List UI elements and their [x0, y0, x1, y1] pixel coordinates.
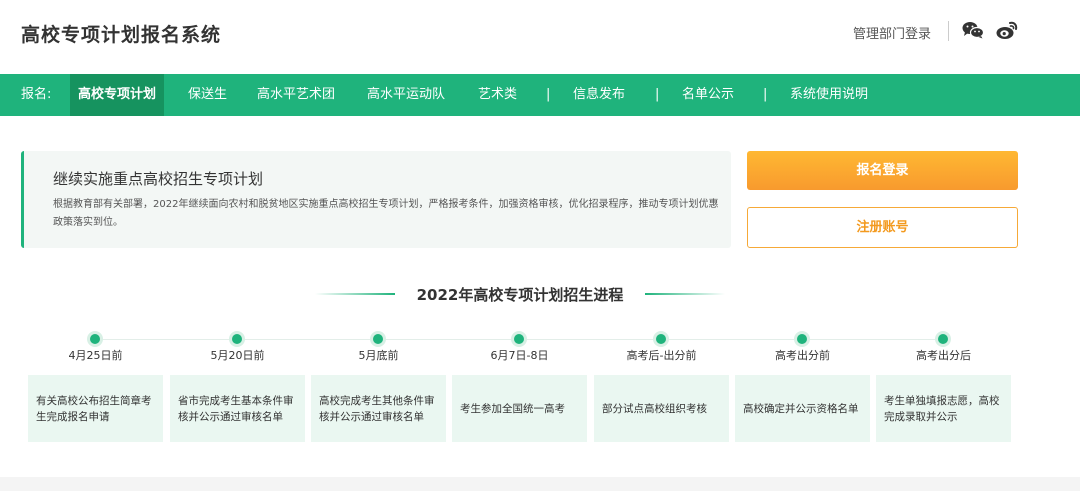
nav-item-user-guide[interactable]: 系统使用说明: [790, 74, 868, 116]
timeline-text: 省市完成考生基本条件审核并公示通过审核名单: [178, 394, 294, 423]
nav-item-baosongsheng[interactable]: 保送生: [188, 74, 227, 116]
admin-login-link[interactable]: 管理部门登录: [853, 23, 931, 42]
timeline-dot: [656, 334, 666, 344]
login-button[interactable]: 报名登录: [747, 151, 1018, 190]
timeline-text: 高校完成考生其他条件审核并公示通过审核名单: [319, 394, 435, 423]
intro-title: 继续实施重点高校招生专项计划: [53, 170, 264, 188]
timeline-dot: [373, 334, 383, 344]
nav-item-info-release[interactable]: 信息发布: [573, 74, 625, 116]
nav-item-list-publicity[interactable]: 名单公示: [682, 74, 734, 116]
register-button[interactable]: 注册账号: [747, 207, 1018, 248]
nav-item-art-category[interactable]: 艺术类: [478, 74, 517, 116]
timeline-dot: [797, 334, 807, 344]
nav-item-gaoxiao-zhuanxiang[interactable]: 高校专项计划: [70, 74, 165, 116]
timeline-box: 考生参加全国统一高考: [452, 375, 587, 442]
timeline-text: 高校确定并公示资格名单: [743, 402, 859, 415]
timeline-date: 高考出分后: [916, 349, 971, 362]
timeline-date: 6月7日-8日: [490, 349, 549, 362]
intro-body: 根据教育部有关部署，2022年继续面向农村和脱贫地区实施重点高校招生专项计划，严…: [53, 199, 719, 228]
timeline-text: 考生单独填报志愿，高校完成录取并公示: [884, 394, 1000, 423]
nav-separator: |: [655, 87, 660, 102]
timeline-box: 省市完成考生基本条件审核并公示通过审核名单: [170, 375, 305, 442]
nav-separator: |: [546, 87, 551, 102]
weibo-icon[interactable]: [996, 20, 1018, 40]
nav-item-art-troupe[interactable]: 高水平艺术团: [257, 74, 335, 116]
timeline-box: 高校确定并公示资格名单: [735, 375, 870, 442]
timeline-date: 高考出分前: [775, 349, 830, 362]
timeline-date: 5月20日前: [210, 349, 265, 362]
section-title-line-left: [315, 293, 395, 295]
timeline-dot: [938, 334, 948, 344]
timeline-text: 有关高校公布招生简章考生完成报名申请: [36, 394, 152, 423]
top-header: 高校专项计划报名系统 管理部门登录: [0, 0, 1080, 74]
nav-separator: |: [763, 87, 768, 102]
timeline-dot: [232, 334, 242, 344]
nav-prefix-label: 报名:: [21, 87, 52, 102]
timeline-section-title: 2022年高校专项计划招生进程: [416, 286, 624, 304]
timeline-box: 高校完成考生其他条件审核并公示通过审核名单: [311, 375, 446, 442]
nav-item-sports-team[interactable]: 高水平运动队: [367, 74, 445, 116]
timeline-box: 有关高校公布招生简章考生完成报名申请: [28, 375, 163, 442]
timeline-dot: [514, 334, 524, 344]
timeline-dot: [90, 334, 100, 344]
timeline-date: 5月底前: [358, 349, 399, 362]
timeline-box: 考生单独填报志愿，高校完成录取并公示: [876, 375, 1011, 442]
header-divider: [948, 21, 949, 41]
site-title: 高校专项计划报名系统: [21, 24, 222, 46]
section-title-line-right: [645, 293, 725, 295]
timeline-box: 部分试点高校组织考核: [594, 375, 729, 442]
footer-strip: [0, 477, 1080, 491]
timeline-text: 考生参加全国统一高考: [460, 402, 565, 415]
timeline-text: 部分试点高校组织考核: [602, 402, 707, 415]
timeline-date: 4月25日前: [68, 349, 123, 362]
timeline-date: 高考后-出分前: [626, 349, 697, 362]
wechat-icon[interactable]: [962, 21, 984, 39]
intro-card: 继续实施重点高校招生专项计划 根据教育部有关部署，2022年继续面向农村和脱贫地…: [21, 151, 731, 248]
main-nav: 报名: 高校专项计划 保送生 高水平艺术团 高水平运动队 艺术类 | 信息发布 …: [0, 74, 1080, 116]
